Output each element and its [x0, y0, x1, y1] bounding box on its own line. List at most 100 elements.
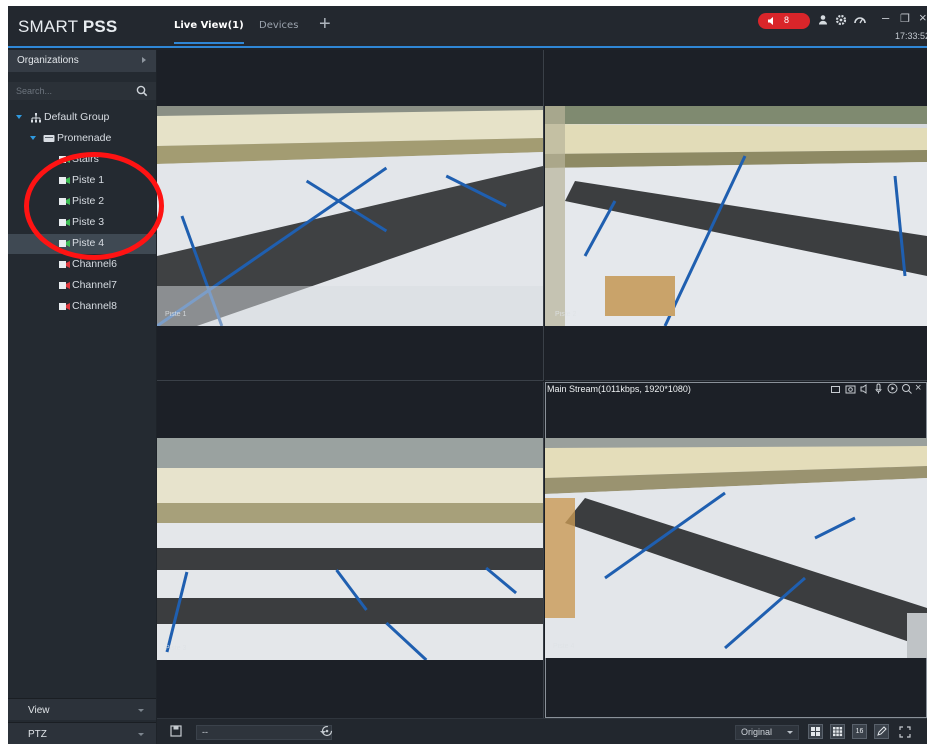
- microphone-icon[interactable]: [873, 383, 884, 394]
- aspect-ratio-select[interactable]: Original: [735, 725, 799, 740]
- camera-online-icon: [59, 219, 70, 226]
- view-panel-header[interactable]: View: [8, 698, 156, 720]
- pane-label: Piste 2: [555, 311, 577, 318]
- pane-toolbar: ×: [807, 383, 927, 395]
- minimize-button[interactable]: –: [882, 10, 889, 25]
- title-bar: SMART PSS Live View(1) Devices + 8 – ❐ ×…: [8, 6, 927, 48]
- ptz-label: PTZ: [28, 729, 47, 740]
- stream-info: Main Stream(1011kbps, 1920*1080): [547, 384, 691, 394]
- organizations-header[interactable]: Organizations: [8, 50, 156, 72]
- custom-layout-button[interactable]: [874, 724, 889, 739]
- video-feed-piste-1: Piste 1: [157, 106, 543, 326]
- camera-online-icon: [59, 198, 70, 205]
- chevron-right-icon: [142, 57, 146, 63]
- tree-node-label: Piste 2: [72, 195, 105, 207]
- tree-node-promenade[interactable]: Promenade: [8, 129, 156, 149]
- alarm-count: 8: [784, 15, 790, 25]
- pane-label: Piste 4: [553, 643, 575, 650]
- pane-label: Piste 1: [165, 311, 187, 318]
- search-box: [8, 82, 156, 100]
- grid-9-icon: [833, 727, 843, 737]
- aspect-ratio-value: Original: [741, 727, 773, 737]
- tree-node-label: Stairs: [72, 153, 99, 165]
- playback-icon[interactable]: [887, 383, 898, 394]
- tree-node-piste-2[interactable]: Piste 2: [8, 192, 156, 212]
- tree-node-piste-3[interactable]: Piste 3: [8, 213, 156, 233]
- chevron-down-icon: [138, 709, 144, 712]
- tree-node-stairs[interactable]: Stairs: [8, 150, 156, 170]
- camera-offline-icon: [59, 261, 70, 268]
- camera-frame: [157, 106, 543, 326]
- video-feed-piste-3: Piste 3: [157, 438, 543, 660]
- add-tab-button[interactable]: +: [319, 14, 331, 34]
- caret-down-icon[interactable]: [30, 136, 36, 140]
- tree-node-piste-4[interactable]: Piste 4: [8, 234, 156, 254]
- nvr-icon: [43, 135, 55, 142]
- performance-icon[interactable]: [853, 13, 867, 27]
- caret-down-icon[interactable]: [16, 115, 22, 119]
- brand-text: SMART: [18, 17, 83, 36]
- speaker-icon: [768, 17, 773, 25]
- live-view-grid: Piste 1 Piste 2 Piste 3 Main Stream(1011…: [157, 50, 927, 718]
- tree-node-label: Piste 4: [72, 237, 105, 249]
- video-pane-4[interactable]: Main Stream(1011kbps, 1920*1080) × Piste…: [545, 382, 927, 718]
- video-feed-piste-4: Piste 4: [545, 438, 927, 658]
- view-select[interactable]: --: [196, 725, 332, 740]
- brand-text-bold: PSS: [82, 17, 118, 36]
- camera-frame: [157, 438, 543, 660]
- pane-label: Piste 3: [165, 645, 187, 652]
- ptz-panel-header[interactable]: PTZ: [8, 722, 156, 744]
- zoom-icon[interactable]: [901, 383, 912, 394]
- layout-4-button[interactable]: [808, 724, 823, 739]
- tree-node-label: Channel8: [72, 300, 117, 312]
- save-view-icon[interactable]: [169, 724, 183, 738]
- search-icon[interactable]: [136, 85, 148, 97]
- camera-online-icon: [59, 177, 70, 184]
- video-pane-1[interactable]: Piste 1: [157, 50, 544, 381]
- tab-devices[interactable]: Devices: [259, 20, 298, 31]
- chevron-down-icon: [138, 733, 144, 736]
- local-record-icon[interactable]: [831, 386, 840, 393]
- layout-9-button[interactable]: [830, 724, 845, 739]
- camera-offline-icon: [59, 282, 70, 289]
- live-view-toolbar: -- Original 16: [157, 718, 927, 744]
- tree-node-label: Default Group: [44, 111, 110, 123]
- camera-online-icon: [59, 156, 70, 163]
- app-logo: SMART PSS: [18, 17, 117, 37]
- view-select-value: --: [202, 727, 208, 737]
- camera-offline-icon: [59, 303, 70, 310]
- video-feed-piste-2: Piste 2: [545, 106, 927, 326]
- video-pane-3[interactable]: Piste 3: [157, 382, 544, 718]
- tree-node-label: Promenade: [57, 132, 112, 144]
- gear-icon[interactable]: [834, 13, 848, 27]
- tree-node-channel6[interactable]: Channel6: [8, 255, 156, 275]
- audio-icon[interactable]: [859, 383, 870, 394]
- search-input[interactable]: [8, 82, 130, 100]
- camera-online-icon: [59, 240, 70, 247]
- close-button[interactable]: ×: [919, 10, 927, 25]
- close-pane-icon[interactable]: ×: [915, 383, 926, 394]
- user-icon[interactable]: [816, 13, 830, 27]
- tree-node-channel8[interactable]: Channel8: [8, 297, 156, 317]
- tree-node-label: Channel6: [72, 258, 117, 270]
- layout-16-button[interactable]: 16: [852, 724, 867, 739]
- camera-frame: [545, 438, 927, 658]
- chevron-down-icon: [787, 731, 793, 734]
- group-icon: [31, 113, 41, 123]
- view-label: View: [28, 705, 50, 716]
- tree-node-label: Piste 1: [72, 174, 105, 186]
- tree-node-label: Piste 3: [72, 216, 105, 228]
- snapshot-icon[interactable]: [845, 383, 856, 394]
- organizations-label: Organizations: [17, 55, 79, 66]
- tab-live-view[interactable]: Live View(1): [174, 20, 244, 44]
- video-pane-2[interactable]: Piste 2: [545, 50, 927, 381]
- clock: 17:33:52: [895, 31, 927, 41]
- refresh-icon[interactable]: [320, 724, 334, 738]
- grid-4-icon: [811, 727, 820, 736]
- tree-node-channel7[interactable]: Channel7: [8, 276, 156, 296]
- tree-node-default-group[interactable]: Default Group: [8, 108, 156, 128]
- tree-node-piste-1[interactable]: Piste 1: [8, 171, 156, 191]
- alarm-button[interactable]: 8: [758, 13, 810, 29]
- restore-button[interactable]: ❐: [900, 12, 910, 25]
- fullscreen-icon[interactable]: [898, 725, 912, 739]
